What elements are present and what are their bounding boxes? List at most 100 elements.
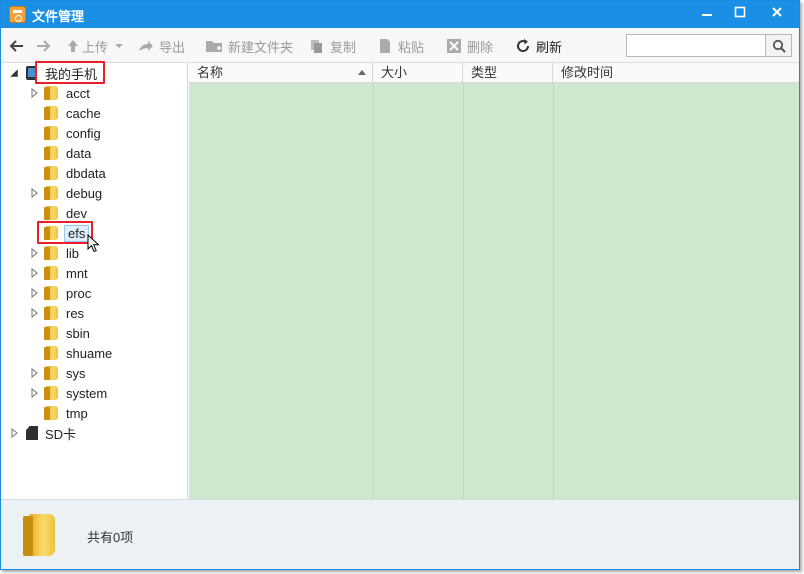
folder-icon	[44, 366, 60, 380]
file-list-header: 名称 大小 类型 修改时间	[189, 63, 693, 83]
folder-icon	[44, 306, 60, 320]
tree-item[interactable]: mnt	[29, 263, 88, 283]
tree-item[interactable]: debug	[29, 183, 102, 203]
folder-icon	[44, 186, 60, 200]
folder-large-icon	[23, 512, 55, 556]
tree-item-label: system	[66, 385, 108, 401]
item-count: 共有0项	[87, 530, 134, 545]
tree-item[interactable]: lib	[29, 243, 79, 263]
paste-button[interactable]: 粘贴	[377, 36, 424, 56]
tree-item[interactable]: proc	[29, 283, 91, 303]
arrow-left-icon	[9, 40, 23, 52]
tree-item[interactable]: tmp	[29, 403, 88, 423]
sort-ascending-icon	[358, 70, 366, 75]
file-list[interactable]: 名称 大小 类型 修改时间	[189, 63, 693, 499]
maximize-button[interactable]	[723, 1, 757, 23]
new-folder-button[interactable]: 新建文件夹	[205, 36, 293, 56]
expanded-triangle-icon	[10, 69, 18, 77]
column-header-name[interactable]: 名称	[189, 63, 373, 83]
folder-icon	[44, 286, 60, 300]
column-header-type[interactable]: 类型	[463, 63, 553, 83]
minimize-button[interactable]	[690, 1, 724, 23]
file-manager-window: 文件管理 上传 导出 新建文件夹 复制 粘贴 删除 刷新 我的手机 acct c…	[0, 0, 800, 570]
tree-item[interactable]: cache	[29, 103, 101, 123]
folder-icon	[44, 326, 60, 340]
export-label: 导出	[159, 39, 186, 55]
folder-icon	[44, 246, 60, 260]
tree-item[interactable]: sys	[29, 363, 86, 383]
tree-item[interactable]: sbin	[29, 323, 90, 343]
tree-item-label: shuame	[66, 345, 113, 361]
collapsed-triangle-icon[interactable]	[30, 388, 40, 398]
tree-item-label: config	[66, 125, 101, 141]
upload-arrow-icon	[68, 40, 78, 52]
tree-item[interactable]: dev	[29, 203, 87, 223]
tree-item-label: res	[66, 305, 85, 321]
minimize-icon	[702, 14, 712, 16]
maximize-icon	[734, 6, 746, 18]
column-header-size[interactable]: 大小	[373, 63, 463, 83]
folder-icon	[44, 166, 60, 180]
tree-item-label: sbin	[66, 325, 90, 341]
tree-item[interactable]: config	[29, 123, 101, 143]
copy-button[interactable]: 复制	[309, 36, 356, 56]
column-divider	[463, 83, 464, 499]
tree-item[interactable]: shuame	[29, 343, 112, 363]
refresh-label: 刷新	[536, 39, 563, 55]
tree-item[interactable]: acct	[29, 83, 90, 103]
delete-button[interactable]: 删除	[446, 36, 493, 56]
tree-item[interactable]: dbdata	[29, 163, 106, 183]
collapsed-triangle-icon[interactable]	[30, 88, 40, 98]
tree-item[interactable]: system	[29, 383, 107, 403]
column-header-modified[interactable]: 修改时间	[553, 63, 693, 83]
paste-icon	[380, 39, 390, 53]
tree-item-label: sys	[66, 365, 86, 381]
folder-icon	[44, 406, 60, 420]
upload-button[interactable]: 上传	[66, 36, 124, 56]
export-button[interactable]: 导出	[137, 36, 185, 56]
chevron-down-icon	[115, 44, 124, 48]
close-button[interactable]	[757, 1, 797, 23]
tree-item-label: acct	[66, 85, 90, 101]
file-list-extension	[693, 63, 799, 499]
file-manager-app-icon	[9, 6, 26, 23]
tree-item-sd-card[interactable]: SD卡	[9, 423, 76, 443]
column-size-label: 大小	[381, 65, 408, 80]
folder-icon	[44, 106, 60, 120]
folder-icon	[44, 346, 60, 360]
column-divider	[373, 83, 374, 499]
arrow-right-icon	[37, 40, 51, 52]
window-title: 文件管理	[32, 9, 85, 24]
tree-item[interactable]: data	[29, 143, 91, 163]
file-list-header-extension	[693, 63, 799, 83]
collapsed-triangle-icon[interactable]	[30, 288, 40, 298]
collapsed-triangle-icon[interactable]	[30, 248, 40, 258]
collapsed-triangle-icon[interactable]	[30, 188, 40, 198]
column-divider	[553, 83, 554, 499]
paste-label: 粘贴	[398, 39, 425, 55]
tree-item-label: cache	[66, 105, 101, 121]
highlight-annotation	[37, 221, 93, 244]
collapsed-triangle-icon[interactable]	[30, 268, 40, 278]
search-button[interactable]	[765, 34, 792, 57]
forward-button[interactable]	[35, 36, 51, 56]
refresh-button[interactable]: 刷新	[515, 36, 562, 56]
tree-item-label: mnt	[66, 265, 88, 281]
search-input[interactable]	[626, 34, 766, 57]
collapsed-triangle-icon	[11, 428, 18, 438]
delete-icon	[447, 39, 461, 53]
column-name-label: 名称	[197, 65, 224, 80]
new-folder-label: 新建文件夹	[228, 39, 294, 55]
folder-tree: 我的手机 acct cache config data dbdata debug dev ef…	[1, 61, 188, 499]
column-type-label: 类型	[471, 65, 498, 80]
folder-icon	[44, 206, 60, 220]
folder-icon	[44, 126, 60, 140]
highlight-annotation	[35, 61, 105, 84]
back-button[interactable]	[9, 36, 25, 56]
tree-item[interactable]: res	[29, 303, 84, 323]
refresh-icon	[517, 39, 530, 52]
collapsed-triangle-icon[interactable]	[30, 368, 40, 378]
sd-card-label: SD卡	[45, 426, 77, 442]
collapsed-triangle-icon[interactable]	[30, 308, 40, 318]
upload-label: 上传	[82, 39, 109, 55]
